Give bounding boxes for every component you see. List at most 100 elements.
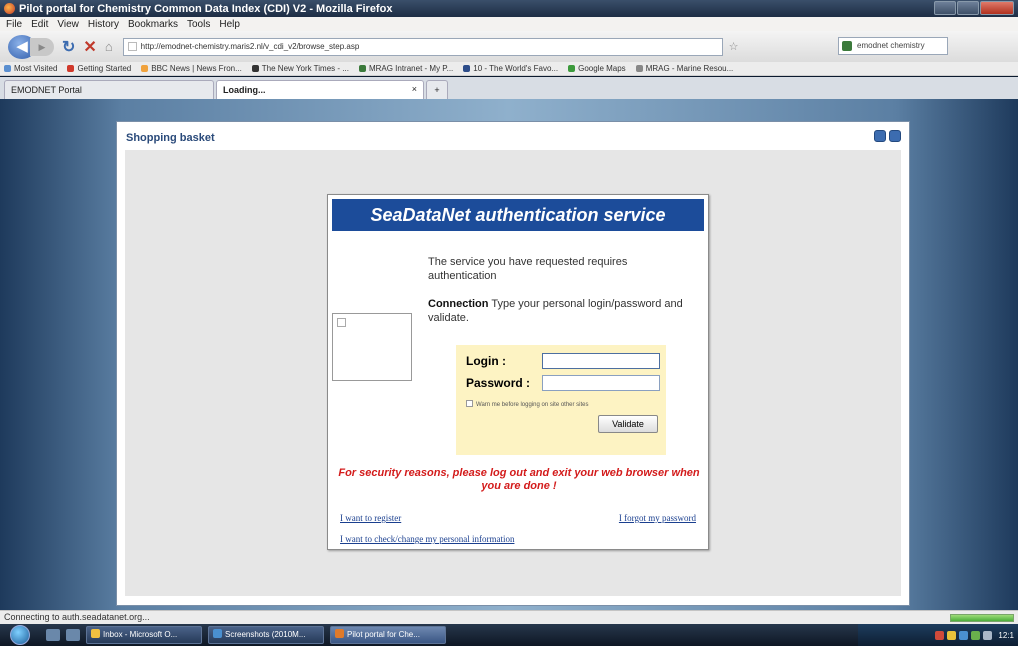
window-titlebar: Pilot portal for Chemistry Common Data I… <box>0 0 1018 17</box>
bookmark-label: Most Visited <box>14 64 58 73</box>
firefox-icon <box>335 629 344 638</box>
window-title: Pilot portal for Chemistry Common Data I… <box>19 2 393 15</box>
stop-icon[interactable]: ✕ <box>83 37 96 57</box>
tray-icon[interactable] <box>935 630 945 640</box>
folder-icon <box>213 629 222 638</box>
new-tab-button[interactable]: + <box>426 80 448 99</box>
bookmark-label: 10 - The World's Favo... <box>473 64 559 73</box>
shopping-basket-panel: Shopping basket SeaDataNet authenticatio… <box>116 121 910 606</box>
firefox-icon <box>4 3 15 14</box>
taskbar-item-screenshots[interactable]: Screenshots (2010M... <box>208 626 324 644</box>
bookmark-icon <box>4 65 11 72</box>
forgot-password-link[interactable]: I forgot my password <box>619 513 696 523</box>
tray-icon[interactable] <box>959 630 969 640</box>
connection-instructions: Connection Type your personal login/pass… <box>428 297 704 325</box>
panel-title: Shopping basket <box>117 122 909 150</box>
system-tray: 12:1 <box>858 624 1018 646</box>
register-link[interactable]: I want to register <box>340 513 401 523</box>
window-controls <box>933 1 1014 15</box>
page-content: Shopping basket SeaDataNet authenticatio… <box>0 99 1018 610</box>
bookmark-item[interactable]: 10 - The World's Favo... <box>463 64 558 73</box>
tab-loading[interactable]: Loading... × <box>216 80 424 99</box>
bookmark-item[interactable]: BBC News | News Fron... <box>141 64 242 73</box>
bookmark-icon <box>568 65 576 72</box>
validate-button[interactable]: Validate <box>598 415 658 433</box>
bookmark-item[interactable]: The New York Times - ... <box>251 64 349 73</box>
login-form: Login : Password : Warn me before loggin… <box>456 345 666 455</box>
windows-orb-icon <box>10 625 30 645</box>
taskbar: Inbox - Microsoft O... Screenshots (2010… <box>0 624 1018 646</box>
loading-progress <box>950 614 1014 622</box>
taskbar-item-label: Pilot portal for Che... <box>347 630 420 639</box>
tab-label: Loading... <box>223 85 266 95</box>
bookmarks-toolbar: Most Visited Getting Started BBC News | … <box>0 62 1018 76</box>
broken-image <box>332 313 412 381</box>
panel-body: SeaDataNet authentication service The se… <box>125 150 901 596</box>
bookmark-label: Getting Started <box>77 64 132 73</box>
bookmark-icon <box>358 65 366 72</box>
check-info-link[interactable]: I want to check/change my personal infor… <box>340 534 514 544</box>
home-icon[interactable]: ⌂ <box>105 39 113 54</box>
tab-emodnet-portal[interactable]: EMODNET Portal <box>4 80 214 99</box>
password-label: Password : <box>466 376 531 390</box>
bookmark-item[interactable]: MRAG - Marine Resou... <box>635 64 734 73</box>
url-text: http://emodnet-chemistry.maris2.nl/v_cdi… <box>140 41 360 51</box>
bookmark-icon <box>67 65 75 72</box>
volume-icon[interactable] <box>983 630 993 640</box>
menu-edit[interactable]: Edit <box>31 19 48 30</box>
quicklaunch-icon[interactable] <box>46 629 60 641</box>
menu-bookmarks[interactable]: Bookmarks <box>128 19 178 30</box>
forward-button[interactable]: ▶ <box>30 37 54 56</box>
login-field[interactable] <box>542 353 660 369</box>
search-input[interactable]: emodnet chemistry <box>838 37 948 55</box>
reload-icon[interactable]: ↻ <box>62 37 75 57</box>
menu-history[interactable]: History <box>88 19 119 30</box>
password-field[interactable] <box>542 375 660 391</box>
refresh-icon[interactable] <box>874 130 886 142</box>
progress-fill <box>951 615 1013 621</box>
close-icon[interactable] <box>889 130 901 142</box>
taskbar-item-label: Inbox - Microsoft O... <box>103 630 178 639</box>
bookmark-label: MRAG - Marine Resou... <box>645 64 734 73</box>
auth-dialog: SeaDataNet authentication service The se… <box>327 194 709 550</box>
tray-icon[interactable] <box>947 630 957 640</box>
bookmark-label: MRAG Intranet - My P... <box>368 64 454 73</box>
close-window-button[interactable] <box>980 1 1014 15</box>
clock[interactable]: 12:1 <box>998 631 1014 640</box>
bookmark-star-icon[interactable]: ☆ <box>729 40 739 53</box>
menu-help[interactable]: Help <box>219 19 240 30</box>
minimize-button[interactable] <box>934 1 956 15</box>
maximize-button[interactable] <box>957 1 979 15</box>
quicklaunch-icon[interactable] <box>66 629 80 641</box>
status-bar: Connecting to auth.seadatanet.org... <box>0 610 1018 624</box>
bookmark-item[interactable]: Getting Started <box>67 64 131 73</box>
remember-checkbox[interactable] <box>466 400 473 407</box>
taskbar-item-outlook[interactable]: Inbox - Microsoft O... <box>86 626 202 644</box>
menu-bar: File Edit View History Bookmarks Tools H… <box>0 17 1018 31</box>
panel-controls <box>871 130 901 142</box>
url-bar[interactable]: http://emodnet-chemistry.maris2.nl/v_cdi… <box>122 37 723 56</box>
menu-tools[interactable]: Tools <box>187 19 210 30</box>
bookmark-icon <box>463 65 471 72</box>
start-button[interactable] <box>0 624 40 646</box>
taskbar-item-firefox[interactable]: Pilot portal for Che... <box>330 626 446 644</box>
bookmark-item[interactable]: Most Visited <box>4 64 57 73</box>
broken-image-icon <box>337 318 346 327</box>
page-favicon-icon <box>127 41 137 51</box>
outlook-icon <box>91 629 100 638</box>
close-tab-icon[interactable]: × <box>412 84 417 94</box>
bookmark-icon <box>251 65 259 72</box>
menu-file[interactable]: File <box>6 19 22 30</box>
status-text: Connecting to auth.seadatanet.org... <box>4 612 150 622</box>
remember-label: Warn me before logging on site other sit… <box>476 402 589 408</box>
remember-option[interactable]: Warn me before logging on site other sit… <box>466 400 589 408</box>
bookmark-item[interactable]: Google Maps <box>568 64 626 73</box>
tab-label: EMODNET Portal <box>11 85 82 95</box>
auth-dialog-title: SeaDataNet authentication service <box>332 199 704 231</box>
connection-label: Connection <box>428 298 489 310</box>
tray-icon[interactable] <box>971 630 981 640</box>
bookmark-label: Google Maps <box>578 64 626 73</box>
bookmark-item[interactable]: MRAG Intranet - My P... <box>358 64 454 73</box>
security-warning: For security reasons, please log out and… <box>338 467 700 492</box>
menu-view[interactable]: View <box>57 19 79 30</box>
